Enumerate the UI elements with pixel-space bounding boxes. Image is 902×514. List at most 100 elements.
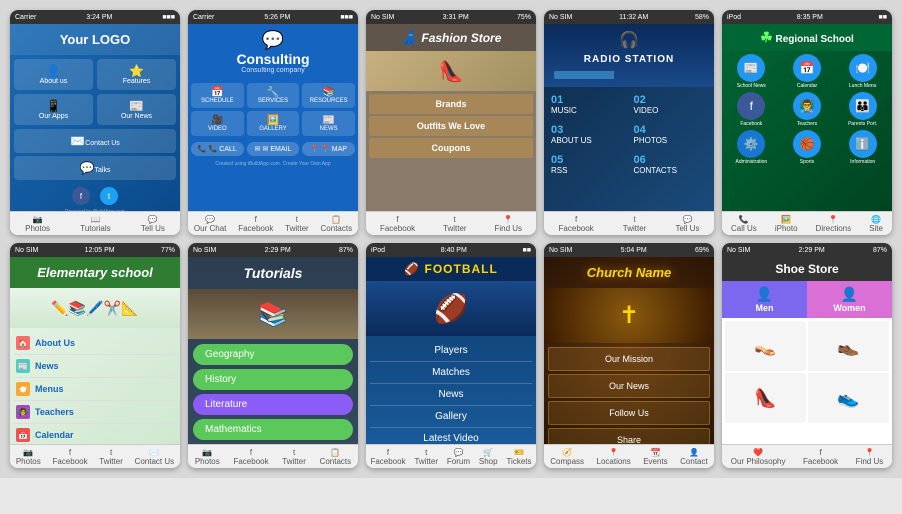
outfits-button[interactable]: Outfits We Love xyxy=(369,116,533,136)
gallery-btn-8[interactable]: Gallery xyxy=(370,406,532,428)
facebook-tab-7[interactable]: fFacebook xyxy=(233,448,268,466)
features-button[interactable]: ⭐Features xyxy=(97,59,176,90)
history-btn[interactable]: History xyxy=(193,369,353,390)
directions-tab-5[interactable]: 📍Directions xyxy=(816,215,852,233)
forum-tab-8[interactable]: 💬Forum xyxy=(447,448,470,466)
services-button[interactable]: 🔧SERVICES xyxy=(247,83,300,108)
latest-video-btn[interactable]: Latest Video xyxy=(370,428,532,444)
share-btn[interactable]: Share xyxy=(548,428,710,444)
locations-tab-9[interactable]: 📍Locations xyxy=(597,448,631,466)
iphoto-tab-5[interactable]: 🖼️iPhoto xyxy=(775,215,798,233)
men-tab[interactable]: 👤 Men xyxy=(722,281,807,318)
mathematics-btn[interactable]: Mathematics xyxy=(193,419,353,440)
admin-btn[interactable]: ⚙️ Administration xyxy=(725,130,778,165)
players-btn[interactable]: Players xyxy=(370,340,532,362)
contact-us-button[interactable]: ✉️Contact Us xyxy=(14,129,176,153)
talks-button[interactable]: 💬Talks xyxy=(14,156,176,180)
literature-btn[interactable]: Literature xyxy=(193,394,353,415)
our-chat-tab[interactable]: 💬Our Chat xyxy=(194,215,226,233)
product-4[interactable]: 👟 xyxy=(808,373,889,423)
photos-tab[interactable]: 📷Photos xyxy=(25,215,50,233)
our-news-btn-9[interactable]: Our News xyxy=(548,374,710,398)
schedule-button[interactable]: 📅SCHEDULE xyxy=(191,83,244,108)
news-btn-6[interactable]: 📰 News xyxy=(14,355,176,378)
about-us-button[interactable]: 👤About us xyxy=(14,59,93,90)
lunch-menu-btn[interactable]: 🍽️ Lunch Menu xyxy=(836,54,889,89)
call-button[interactable]: 📞 📞 CALL xyxy=(191,142,244,156)
our-apps-button[interactable]: 📱Our Apps xyxy=(14,94,93,125)
photos-button-4[interactable]: 04PHOTOS xyxy=(631,121,711,148)
facebook-tab-6[interactable]: fFacebook xyxy=(52,448,87,466)
calendar-btn-6[interactable]: 📅 Calendar xyxy=(14,424,176,444)
twitter-tab[interactable]: tTwitter xyxy=(285,215,309,233)
resources-button[interactable]: 📚RESOURCES xyxy=(302,83,355,108)
facebook-btn-5[interactable]: f Facebook xyxy=(725,92,778,127)
twitter-icon[interactable]: t xyxy=(100,187,118,205)
our-mission-btn[interactable]: Our Mission xyxy=(548,347,710,371)
news-button[interactable]: 📰NEWS xyxy=(302,111,355,136)
site-tab-5[interactable]: 🌐Site xyxy=(869,215,883,233)
shop-tab-8[interactable]: 🛒Shop xyxy=(479,448,498,466)
photos-tab-6[interactable]: 📷Photos xyxy=(16,448,41,466)
facebook-tab-3[interactable]: fFacebook xyxy=(380,215,415,233)
contact-tab-9[interactable]: 👤Contact xyxy=(680,448,708,466)
school-news-btn[interactable]: 📰 School News xyxy=(725,54,778,89)
contact-tab-6[interactable]: ✉️Contact Us xyxy=(135,448,175,466)
tutorials-tab[interactable]: 📖Tutorials xyxy=(80,215,110,233)
about-us-btn-6[interactable]: 🏠 About Us xyxy=(14,332,176,355)
info-btn[interactable]: ℹ️ Information xyxy=(836,130,889,165)
status-bar-4: No SIM 11:32 AM 58% xyxy=(544,10,714,24)
tellus-tab[interactable]: 💬Tell Us xyxy=(141,215,165,233)
product-3[interactable]: 👠 xyxy=(725,373,806,423)
facebook-icon[interactable]: f xyxy=(72,187,90,205)
video-button-4[interactable]: 02VIDEO xyxy=(631,91,711,118)
teachers-btn-6[interactable]: 👩‍🏫 Teachers xyxy=(14,401,176,424)
twitter-tab-3[interactable]: tTwitter xyxy=(443,215,467,233)
sports-btn[interactable]: 🏀 Sports xyxy=(781,130,834,165)
geography-btn[interactable]: Geography xyxy=(193,344,353,365)
coupons-button[interactable]: Coupons xyxy=(369,138,533,158)
our-news-button[interactable]: 📰Our News xyxy=(97,94,176,125)
tellus-tab-4[interactable]: 💬Tell Us xyxy=(675,215,699,233)
facebook-tab[interactable]: fFacebook xyxy=(238,215,273,233)
contacts-button-4[interactable]: 06CONTACTS xyxy=(631,151,711,178)
tickets-tab-8[interactable]: 🎫Tickets xyxy=(506,448,531,466)
twitter-tab-7[interactable]: tTwitter xyxy=(282,448,306,466)
rss-button[interactable]: 05RSS xyxy=(548,151,628,178)
product-1[interactable]: 👡 xyxy=(725,321,806,371)
phone9-title: Church Name xyxy=(544,257,714,288)
women-tab[interactable]: 👤 Women xyxy=(807,281,892,318)
brands-button[interactable]: Brands xyxy=(369,94,533,114)
contacts-tab-7[interactable]: 📋Contacts xyxy=(320,448,352,466)
about-button-4[interactable]: 03ABOUT US xyxy=(548,121,628,148)
product-2[interactable]: 👞 xyxy=(808,321,889,371)
news-btn-8[interactable]: News xyxy=(370,384,532,406)
video-button[interactable]: 🎥VIDEO xyxy=(191,111,244,136)
findus-tab-3[interactable]: 📍Find Us xyxy=(494,215,522,233)
phone7-content: Tutorials 📚 Geography History Literature… xyxy=(188,257,358,444)
parents-btn[interactable]: 👪 Parents Port. xyxy=(836,92,889,127)
twitter-tab-8[interactable]: tTwitter xyxy=(414,448,438,466)
map-button[interactable]: 📍 📍 MAP xyxy=(302,142,355,156)
phone9-menu: Our Mission Our News Follow Us Share xyxy=(544,343,714,444)
twitter-tab-6[interactable]: tTwitter xyxy=(99,448,123,466)
menus-btn-6[interactable]: 🍽️ Menus xyxy=(14,378,176,401)
photos-tab-7[interactable]: 📷Photos xyxy=(195,448,220,466)
philosophy-tab-10[interactable]: ❤️Our Philosophy xyxy=(731,448,786,466)
teachers-btn[interactable]: 👨‍🏫 Teachers xyxy=(781,92,834,127)
follow-us-btn[interactable]: Follow Us xyxy=(548,401,710,425)
call-tab-5[interactable]: 📞Call Us xyxy=(731,215,757,233)
compass-tab-9[interactable]: 🧭Compass xyxy=(550,448,584,466)
events-tab-9[interactable]: 📆Events xyxy=(643,448,667,466)
twitter-tab-4[interactable]: tTwitter xyxy=(623,215,647,233)
facebook-tab-10[interactable]: fFacebook xyxy=(803,448,838,466)
facebook-tab-8[interactable]: fFacebook xyxy=(370,448,405,466)
matches-btn[interactable]: Matches xyxy=(370,362,532,384)
contacts-tab[interactable]: 📋Contacts xyxy=(321,215,353,233)
gallery-button[interactable]: 🖼️GALLERY xyxy=(247,111,300,136)
music-button[interactable]: 01MUSIC xyxy=(548,91,628,118)
facebook-tab-4[interactable]: fFacebook xyxy=(559,215,594,233)
findus-tab-10[interactable]: 📍Find Us xyxy=(856,448,884,466)
calendar-btn[interactable]: 📅 Calendar xyxy=(781,54,834,89)
email-button[interactable]: ✉ ✉ EMAIL xyxy=(247,142,300,156)
